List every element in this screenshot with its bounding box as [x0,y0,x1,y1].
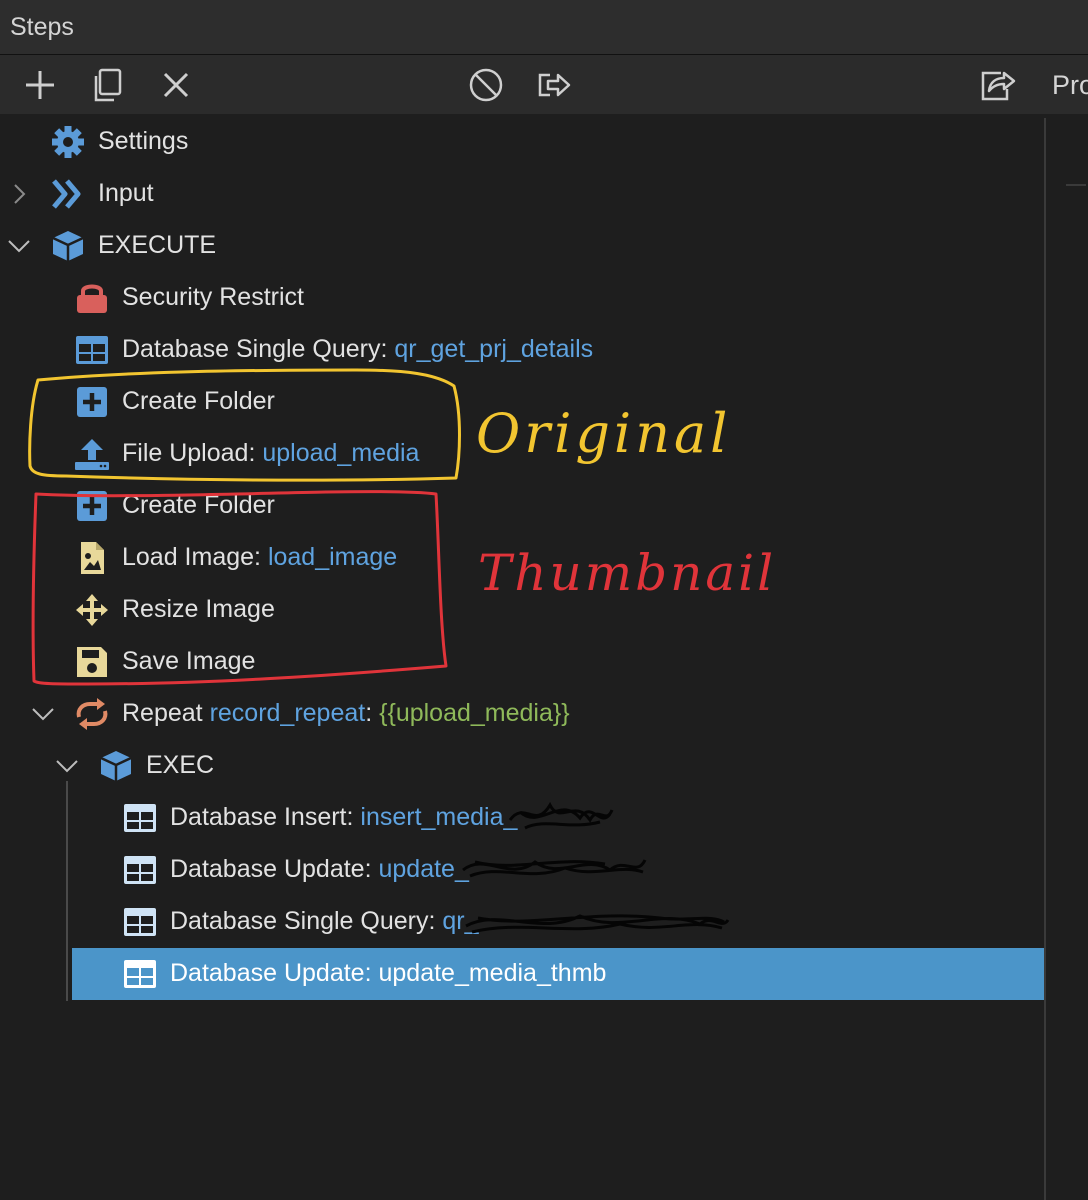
upload-icon [75,439,109,470]
panel-divider[interactable] [1044,118,1046,1200]
tree-item-create-folder[interactable]: Create Folder [0,376,1044,428]
tree-item-settings[interactable]: Settings [0,116,1044,168]
tree-item-save-image[interactable]: Save Image [0,636,1044,688]
tree-item-file-upload[interactable]: File Upload: upload_media [0,428,1044,480]
tree-item-label: File Upload: upload_media [122,439,420,467]
move-step-button[interactable] [534,65,574,105]
chevron-down-icon[interactable] [30,701,56,727]
tree-item-label: Database Update: update_media_thmb [170,959,607,987]
plus-icon [26,71,54,99]
tree-item-security-restrict[interactable]: Security Restrict [0,272,1044,324]
repeat-expression: {{upload_media}} [379,699,570,727]
table-icon [124,856,156,884]
tree-item-load-image[interactable]: Load Image: load_image [0,532,1044,584]
add-step-button[interactable] [20,65,60,105]
tree-item-label: Save Image [122,647,256,675]
tree-item-label: Database Update: update_ [170,855,469,883]
export-arrow-icon [538,73,571,97]
move-arrows-icon [76,594,108,626]
plus-square-icon [77,387,107,417]
step-name: qr_ [442,907,479,935]
tree-item-label: Create Folder [122,491,275,519]
cube-icon [100,751,132,781]
tree-item-execute[interactable]: EXECUTE [0,220,1044,272]
tree-guide-line [66,781,68,1001]
tree-item-label: Repeat record_repeat: {{upload_media}} [122,699,570,727]
tree-item-label: Input [98,179,154,207]
step-name: qr_get_prj_details [394,335,594,363]
step-name: update_ [378,855,469,883]
step-name: record_repeat [209,699,366,727]
gear-icon [52,126,84,158]
tree-item-exec[interactable]: EXEC [0,740,1044,792]
close-icon [163,72,189,98]
tree-item-label: Database Single Query: qr_ [170,907,479,935]
tree-item-db-single-query[interactable]: Database Single Query: qr_get_prj_detail… [0,324,1044,376]
tree-item-label: EXECUTE [98,231,217,259]
tree-item-resize-image[interactable]: Resize Image [0,584,1044,636]
repeat-icon [76,698,108,730]
table-icon [124,908,156,936]
copy-icon [94,68,122,102]
share-step-button[interactable] [977,65,1017,105]
image-file-icon [81,542,104,574]
tree-item-label: Load Image: load_image [122,543,398,571]
tree-item-label: EXEC [146,751,215,779]
tree-item-label: Settings [98,127,189,155]
floppy-icon [77,647,107,677]
share-icon [981,71,1016,101]
table-icon [124,804,156,832]
step-name: upload_media [262,439,420,467]
step-name: insert_media_ [360,803,518,831]
table-icon [76,336,108,364]
tree-item-label: Create Folder [122,387,275,415]
tree-item-label: Security Restrict [122,283,304,311]
tree-item-input[interactable]: Input [0,168,1044,220]
tree-item-label: Resize Image [122,595,275,623]
plus-square-icon [77,491,107,521]
chevron-down-icon[interactable] [6,233,32,259]
double-chevron-icon [52,179,81,209]
prohibited-icon [469,68,503,102]
disable-step-button[interactable] [466,65,506,105]
lock-icon [77,284,107,313]
steps-toolbar: Pro [0,55,1088,114]
chevron-down-icon[interactable] [54,753,80,779]
tree-item-db-update-selected[interactable]: Database Update: update_media_thmb [72,948,1044,1000]
tree-item-label: Database Single Query: qr_get_prj_detail… [122,335,594,363]
tree-item-create-folder[interactable]: Create Folder [0,480,1044,532]
tree-item-label: Database Insert: insert_media_ [170,803,518,831]
duplicate-step-button[interactable] [88,65,128,105]
step-name: update_media_thmb [378,959,607,987]
panel-titlebar: Steps [0,0,1088,55]
tree-item-db-insert[interactable]: Database Insert: insert_media_ [0,792,1044,844]
delete-step-button[interactable] [156,65,196,105]
table-icon [124,960,156,988]
tree-item-db-single-query[interactable]: Database Single Query: qr_ [0,896,1044,948]
step-name: load_image [267,543,398,571]
panel-title: Steps [10,13,74,41]
tree-item-db-update[interactable]: Database Update: update_ [0,844,1044,896]
properties-panel-edge [1066,184,1086,186]
chevron-right-icon[interactable] [6,181,32,207]
cube-icon [52,231,84,261]
tree-item-repeat[interactable]: Repeat record_repeat: {{upload_media}} [0,688,1044,740]
properties-tab-label[interactable]: Pro [1052,70,1088,101]
